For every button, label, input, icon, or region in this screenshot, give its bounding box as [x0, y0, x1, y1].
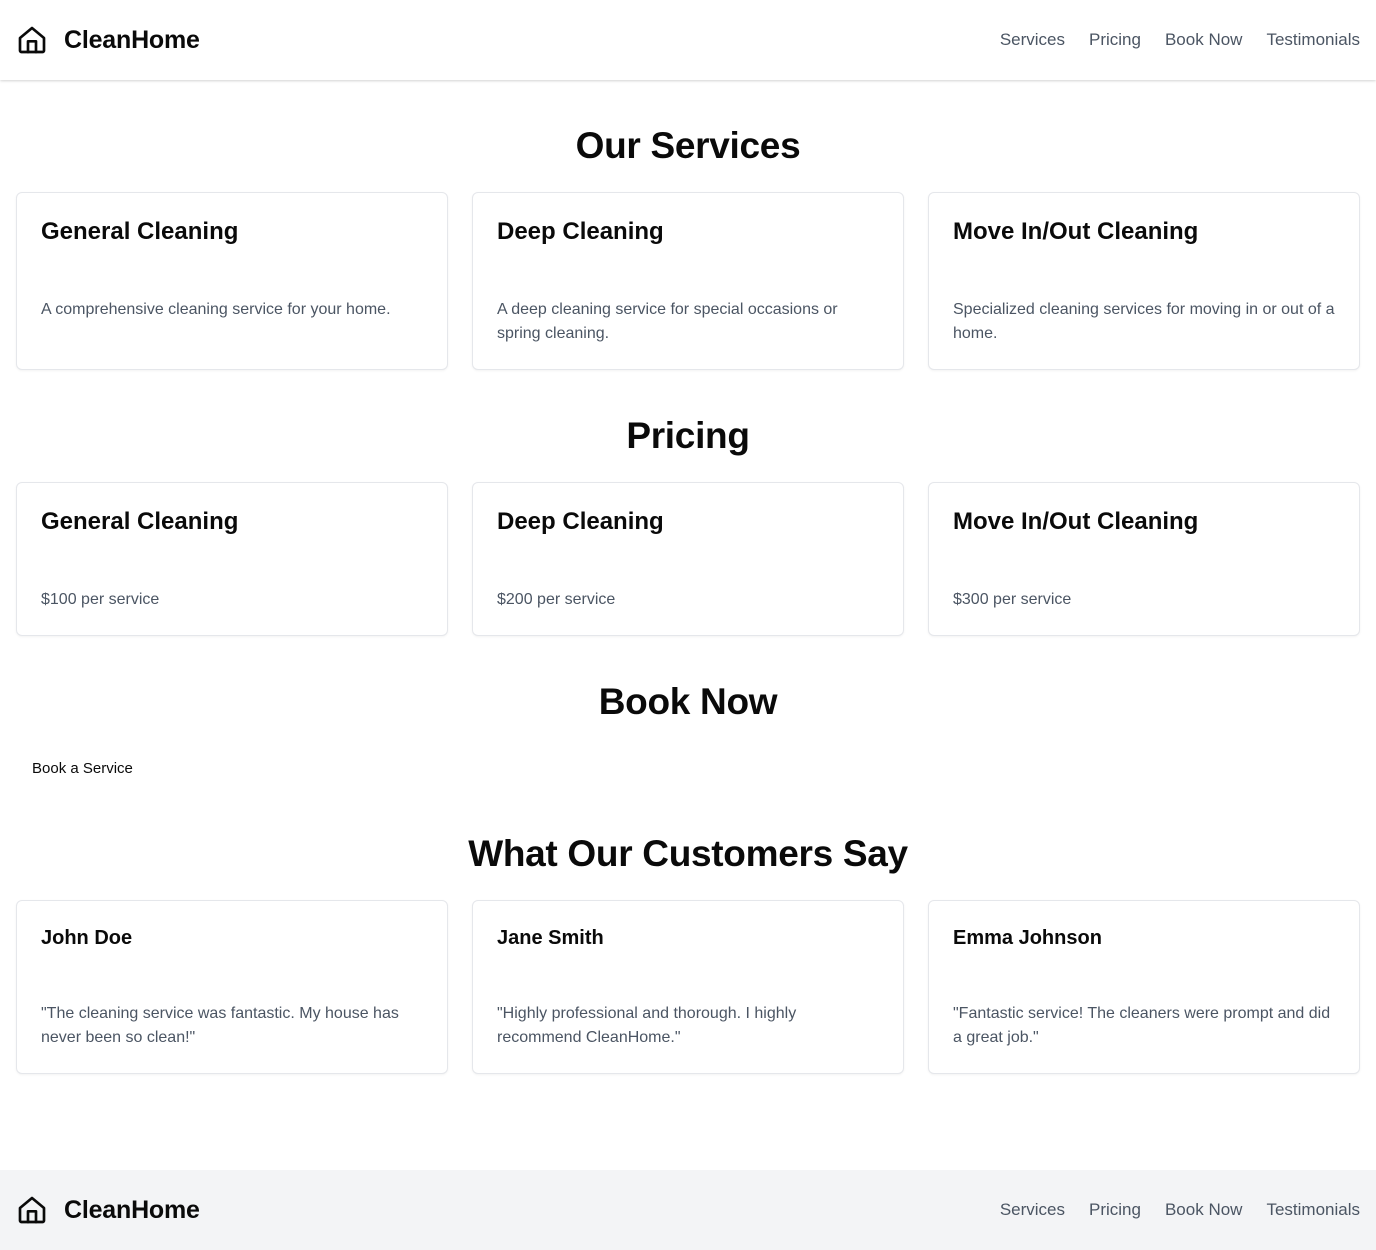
brand-logo-link[interactable]: CleanHome: [16, 24, 200, 56]
testimonial-quote: "Fantastic service! The cleaners were pr…: [953, 1005, 1331, 1046]
testimonial-card: Emma Johnson "Fantastic service! The cle…: [928, 900, 1360, 1074]
nav-link-book-now[interactable]: Book Now: [1165, 30, 1242, 50]
nav-link-services[interactable]: Services: [1000, 30, 1065, 50]
home-icon: [18, 26, 46, 54]
footer-link-book-now[interactable]: Book Now: [1165, 1200, 1242, 1220]
nav-link-testimonials[interactable]: Testimonials: [1266, 30, 1360, 50]
services-heading: Our Services: [575, 125, 801, 166]
footer-brand-name: CleanHome: [64, 1195, 200, 1224]
header-nav: Services Pricing Book Now Testimonials: [1000, 30, 1360, 50]
testimonial-author: Emma Johnson: [953, 927, 1102, 949]
pricing-card-price: $100 per service: [41, 591, 160, 608]
pricing-card-price: $200 per service: [497, 591, 616, 608]
service-card-description: Specialized cleaning services for moving…: [953, 301, 1335, 342]
home-icon: [18, 1196, 46, 1224]
nav-link-pricing[interactable]: Pricing: [1089, 30, 1141, 50]
testimonial-card: Jane Smith "Highly professional and thor…: [472, 900, 904, 1074]
pricing-heading: Pricing: [626, 415, 750, 456]
pricing-card: Move In/Out Cleaning $300 per service: [928, 482, 1360, 636]
service-card: Deep Cleaning A deep cleaning service fo…: [472, 192, 904, 370]
brand-name: CleanHome: [64, 25, 200, 54]
service-card-title: Move In/Out Cleaning: [953, 218, 1199, 245]
footer-brand-link[interactable]: CleanHome: [16, 1194, 200, 1226]
pricing-card: General Cleaning $100 per service: [16, 482, 448, 636]
pricing-card-title: Deep Cleaning: [497, 508, 664, 535]
footer-nav: Services Pricing Book Now Testimonials: [1000, 1200, 1360, 1220]
pricing-card-price: $300 per service: [953, 591, 1072, 608]
service-card-title: General Cleaning: [41, 218, 239, 245]
book-service-button[interactable]: Book a Service: [24, 752, 141, 784]
site-header: CleanHome Services Pricing Book Now Test…: [0, 0, 1376, 80]
testimonial-author: John Doe: [41, 927, 133, 949]
footer-link-testimonials[interactable]: Testimonials: [1266, 1200, 1360, 1220]
footer-link-pricing[interactable]: Pricing: [1089, 1200, 1141, 1220]
pricing-card: Deep Cleaning $200 per service: [472, 482, 904, 636]
site-footer: CleanHome Services Pricing Book Now Test…: [0, 1170, 1376, 1250]
testimonials-heading: What Our Customers Say: [468, 833, 908, 874]
service-card: General Cleaning A comprehensive cleanin…: [16, 192, 448, 370]
testimonial-quote: "Highly professional and thorough. I hig…: [497, 1005, 797, 1046]
footer-link-services[interactable]: Services: [1000, 1200, 1065, 1220]
testimonial-quote: "The cleaning service was fantastic. My …: [41, 1005, 399, 1046]
testimonial-author: Jane Smith: [497, 927, 604, 949]
testimonial-card: John Doe "The cleaning service was fanta…: [16, 900, 448, 1074]
pricing-card-title: Move In/Out Cleaning: [953, 508, 1199, 535]
book-now-heading: Book Now: [598, 681, 778, 722]
pricing-card-title: General Cleaning: [41, 508, 239, 535]
service-card: Move In/Out Cleaning Specialized cleanin…: [928, 192, 1360, 370]
service-card-description: A deep cleaning service for special occa…: [497, 301, 838, 342]
service-card-description: A comprehensive cleaning service for you…: [41, 301, 391, 318]
service-card-title: Deep Cleaning: [497, 218, 664, 245]
